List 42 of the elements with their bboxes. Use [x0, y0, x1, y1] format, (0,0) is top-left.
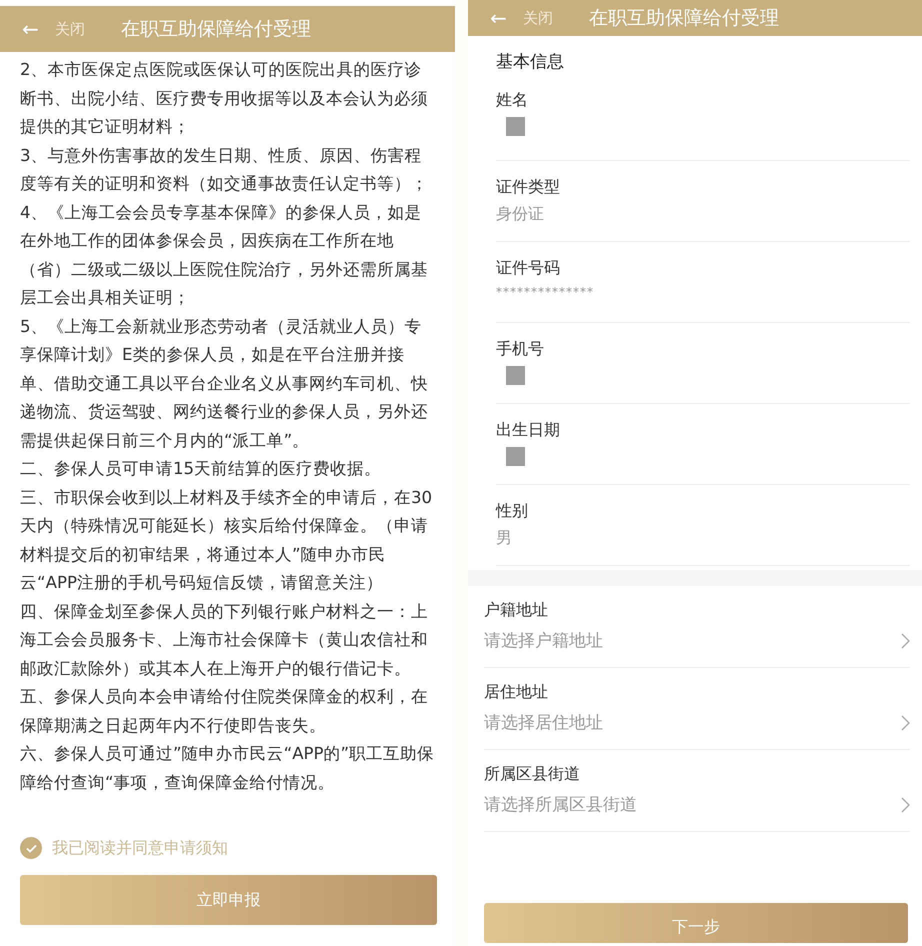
check-icon — [26, 844, 36, 852]
notice-paragraph: 六、参保人员可通过”随申办市民云“APP的”职工互助保障给付查询“事项，查询保障金给付情况。 — [20, 743, 435, 794]
field-label: 出生日期 — [496, 420, 561, 441]
next-button[interactable]: 下一步 — [484, 903, 908, 943]
close-button[interactable]: 关闭 — [54, 20, 85, 38]
agree-label: 我已阅读并同意申请须知 — [52, 838, 228, 858]
chevron-right-icon — [901, 632, 910, 648]
field-value: 男 — [496, 528, 513, 549]
notice-paragraph: 4、《上海工会会员专享基本保障》的参保人员，如是在外地工作的团体参保会员，因疾病在工作所在地（省）二级或二级以上医院住院治疗，另外还需所属基层工会出具相关证明； — [20, 202, 429, 309]
notice-paragraph: 5、《上海工会新就业形态劳动者（灵活就业人员）专享保障计划》E类的参保人员，如是在平台注册并接单、借助交通工具以平台企业名义从事网约车司机、快递物流、货运驾驶、网约送餐行业的参保人员，另外还需提供起保日前三个月内的“派工单”。 — [20, 316, 429, 452]
back-button[interactable]: ← — [490, 6, 507, 30]
notice-paragraph: 2、本市医保定点医院或医保认可的医院出具的医疗诊断书、出院小结、医疗费专用收据等以及本会认为必须提供的其它证明材料； — [20, 59, 429, 138]
chevron-right-icon — [901, 796, 910, 812]
field-label: 证件类型 — [496, 177, 561, 198]
field-label: 手机号 — [496, 339, 545, 360]
notice-paragraph: 四、保障金划至参保人员的下列银行账户材料之一：上海工会会员服务卡、上海市社会保障卡（黄山农信社和邮政汇款除外）或其本人在上海开户的银行借记卡。 — [20, 600, 429, 680]
back-button[interactable]: ← — [22, 17, 39, 41]
field-label: 所属区县街道 — [484, 764, 581, 785]
picker-placeholder[interactable]: 请选择户籍地址 — [484, 629, 603, 652]
field-label: 性别 — [496, 501, 529, 522]
notice-paragraph: 二、参保人员可申请15天前结算的医疗费收据。 — [20, 458, 382, 480]
submit-button[interactable]: 立即申报 — [20, 875, 437, 925]
chevron-right-icon — [901, 714, 910, 730]
section-title: 基本信息 — [495, 51, 565, 74]
picker-placeholder[interactable]: 请选择所属区县街道 — [484, 793, 637, 816]
picker-placeholder[interactable]: 请选择居住地址 — [484, 711, 603, 734]
notice-paragraph: 三、市职保会收到以上材料及手续齐全的申请后，在30天内（特殊情况可能延长）核实后给付保障金。（申请材料提交后的初审结果，将通过本人”随申办市民云“APP注册的手机号码短信反馈，请留意关注） — [20, 486, 434, 594]
field-label: 证件号码 — [496, 258, 561, 279]
redaction-mark — [506, 117, 525, 136]
field-value: 身份证 — [496, 204, 545, 225]
page-title: 在职互助保障给付受理 — [588, 6, 779, 31]
close-button[interactable]: 关闭 — [522, 8, 553, 28]
page-title: 在职互助保障给付受理 — [120, 17, 311, 42]
agree-checkbox[interactable] — [20, 837, 42, 859]
notice-paragraph: 五、参保人员向本会申请给付住院类保障金的权利，在保障期满之日起两年内不行使即告丧失。 — [20, 686, 429, 736]
notice-paragraph: 3、与意外伤害事故的发生日期、性质、原因、伤害程度等有关的证明和资料（如交通事故责任认定书等）； — [20, 144, 429, 195]
redaction-mark — [506, 447, 525, 466]
field-label: 户籍地址 — [484, 600, 549, 621]
field-value: ************** — [496, 285, 595, 299]
field-label: 姓名 — [496, 90, 529, 111]
field-label: 居住地址 — [484, 682, 549, 703]
redaction-mark — [506, 366, 525, 385]
